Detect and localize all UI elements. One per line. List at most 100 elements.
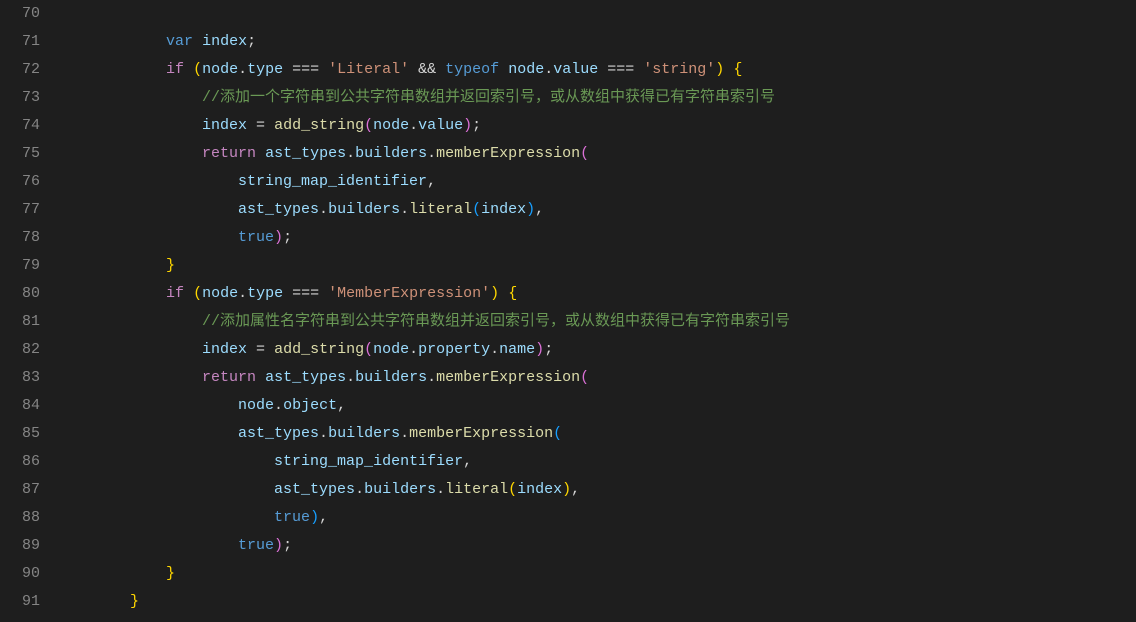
line-number: 71	[8, 28, 40, 56]
code-token: literal	[445, 481, 508, 498]
code-token: }	[166, 257, 175, 274]
code-token: //添加属性名字符串到公共字符串数组并返回索引号，或从数组中获得已有字符串索引号	[202, 313, 790, 330]
line-number-gutter: 7071727374757677787980818283848586878889…	[0, 0, 58, 622]
code-line[interactable]: index = add_string(node.value);	[58, 112, 1136, 140]
line-number: 76	[8, 168, 40, 196]
code-token: ast_types	[274, 481, 355, 498]
code-token: .	[427, 145, 436, 162]
line-number: 84	[8, 392, 40, 420]
code-token: ===	[598, 61, 643, 78]
code-token	[58, 397, 238, 414]
code-token: 'MemberExpression'	[328, 285, 490, 302]
code-token: name	[499, 341, 535, 358]
code-token: (	[193, 61, 202, 78]
code-token: return	[202, 369, 256, 386]
code-token: ast_types	[265, 145, 346, 162]
code-token: type	[247, 61, 283, 78]
code-token: ===	[283, 285, 328, 302]
code-line[interactable]: }	[58, 588, 1136, 616]
code-token	[499, 285, 508, 302]
code-line[interactable]: //添加一个字符串到公共字符串数组并返回索引号，或从数组中获得已有字符串索引号	[58, 84, 1136, 112]
code-token: builders	[355, 369, 427, 386]
code-token: object	[283, 397, 337, 414]
code-token: (	[364, 117, 373, 134]
code-line[interactable]: }	[58, 560, 1136, 588]
code-token: builders	[364, 481, 436, 498]
code-line[interactable]: if (node.type === 'Literal' && typeof no…	[58, 56, 1136, 84]
code-line[interactable]: string_map_identifier,	[58, 448, 1136, 476]
code-token	[58, 341, 202, 358]
code-token: add_string	[274, 117, 364, 134]
code-token: )	[463, 117, 472, 134]
code-line[interactable]: true),	[58, 504, 1136, 532]
code-line[interactable]: if (node.type === 'MemberExpression') {	[58, 280, 1136, 308]
code-token	[58, 61, 166, 78]
code-token: (	[472, 201, 481, 218]
code-token: string_map_identifier	[274, 453, 463, 470]
code-token: index	[517, 481, 562, 498]
code-line[interactable]: true);	[58, 224, 1136, 252]
code-token: ;	[472, 117, 481, 134]
code-token: ,	[463, 453, 472, 470]
line-number: 90	[8, 560, 40, 588]
code-token: builders	[328, 201, 400, 218]
code-token: ,	[535, 201, 544, 218]
code-token: ast_types	[238, 425, 319, 442]
code-token: value	[418, 117, 463, 134]
code-token: &&	[409, 61, 445, 78]
code-token	[58, 257, 166, 274]
line-number: 81	[8, 308, 40, 336]
code-token: .	[400, 201, 409, 218]
code-token: .	[274, 397, 283, 414]
code-token	[58, 117, 202, 134]
code-token	[58, 537, 238, 554]
line-number: 83	[8, 364, 40, 392]
code-token: memberExpression	[409, 425, 553, 442]
code-token: true	[274, 509, 310, 526]
code-line[interactable]: ast_types.builders.memberExpression(	[58, 420, 1136, 448]
code-token: .	[238, 61, 247, 78]
code-line[interactable]: ast_types.builders.literal(index),	[58, 196, 1136, 224]
code-line[interactable]: return ast_types.builders.memberExpressi…	[58, 364, 1136, 392]
code-editor[interactable]: 7071727374757677787980818283848586878889…	[0, 0, 1136, 622]
code-token: ast_types	[238, 201, 319, 218]
line-number: 74	[8, 112, 40, 140]
line-number: 89	[8, 532, 40, 560]
line-number: 77	[8, 196, 40, 224]
code-token: typeof	[445, 61, 499, 78]
code-token: .	[346, 145, 355, 162]
code-token: ,	[427, 173, 436, 190]
code-token	[724, 61, 733, 78]
code-line[interactable]: var index;	[58, 28, 1136, 56]
code-line[interactable]: index = add_string(node.property.name);	[58, 336, 1136, 364]
code-token: )	[715, 61, 724, 78]
code-token	[58, 425, 238, 442]
code-token: )	[535, 341, 544, 358]
code-token: if	[166, 285, 184, 302]
code-token	[184, 61, 193, 78]
code-token: return	[202, 145, 256, 162]
code-token: node	[238, 397, 274, 414]
code-token: index	[481, 201, 526, 218]
code-token: string_map_identifier	[238, 173, 427, 190]
code-token: )	[490, 285, 499, 302]
code-token	[58, 33, 166, 50]
code-token: }	[166, 565, 175, 582]
code-token: .	[409, 341, 418, 358]
code-token	[184, 285, 193, 302]
code-token	[193, 33, 202, 50]
code-line[interactable]: true);	[58, 532, 1136, 560]
code-token	[58, 453, 274, 470]
code-token	[58, 285, 166, 302]
code-line[interactable]: ast_types.builders.literal(index),	[58, 476, 1136, 504]
code-line[interactable]: //添加属性名字符串到公共字符串数组并返回索引号，或从数组中获得已有字符串索引号	[58, 308, 1136, 336]
code-token: .	[490, 341, 499, 358]
code-content[interactable]: var index; if (node.type === 'Literal' &…	[58, 0, 1136, 622]
code-line[interactable]: }	[58, 252, 1136, 280]
code-line[interactable]: return ast_types.builders.memberExpressi…	[58, 140, 1136, 168]
code-token: {	[508, 285, 517, 302]
code-line[interactable]	[58, 0, 1136, 28]
code-line[interactable]: string_map_identifier,	[58, 168, 1136, 196]
code-line[interactable]: node.object,	[58, 392, 1136, 420]
code-token: property	[418, 341, 490, 358]
